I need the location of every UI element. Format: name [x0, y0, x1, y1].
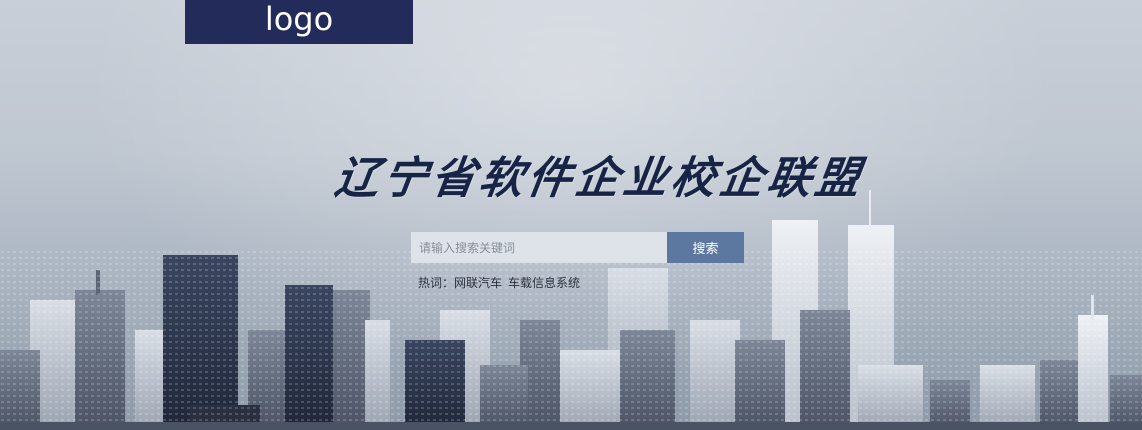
hero-banner: logo 辽宁省软件企业校企联盟 搜索 热词：网联汽车车载信息系统 — [0, 0, 1142, 430]
hot-word-link[interactable]: 车载信息系统 — [508, 276, 580, 290]
page-title: 辽宁省软件企业校企联盟 — [331, 153, 867, 204]
hot-words-label: 热词： — [418, 276, 455, 290]
logo[interactable]: logo — [185, 0, 413, 44]
hot-word-link[interactable]: 网联汽车 — [454, 276, 502, 290]
city-skyline-image — [0, 190, 1142, 430]
search-button[interactable]: 搜索 — [667, 232, 744, 263]
search-bar: 搜索 — [411, 232, 744, 263]
hot-words: 热词：网联汽车 车载信息系统 — [418, 274, 586, 291]
search-input[interactable] — [411, 232, 667, 263]
